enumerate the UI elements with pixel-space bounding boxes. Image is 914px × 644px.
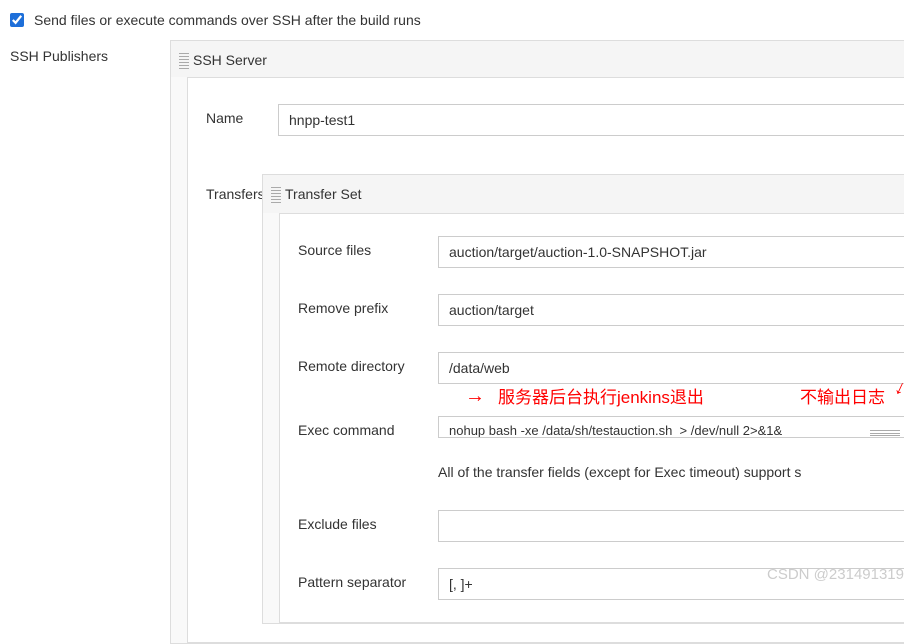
ssh-server-header: SSH Server (171, 41, 904, 77)
transfers-section: Transfers Transfer Set Source files Remo… (188, 144, 904, 624)
exec-command-input[interactable] (438, 416, 904, 438)
remove-prefix-label: Remove prefix (298, 294, 426, 316)
drag-handle-icon[interactable] (179, 51, 189, 69)
ssh-publishers-label: SSH Publishers (10, 40, 170, 644)
exec-command-row: Exec command (280, 408, 904, 446)
ssh-server-title: SSH Server (193, 52, 267, 68)
exclude-files-row: Exclude files (280, 502, 904, 550)
transfer-set-title: Transfer Set (285, 186, 362, 202)
ssh-server-body: Name Transfers Transfer Set Source files (187, 77, 904, 643)
watermark: CSDN @231491319 (767, 566, 904, 583)
remove-prefix-row: Remove prefix (280, 286, 904, 334)
exclude-files-label: Exclude files (298, 510, 426, 532)
name-row: Name (188, 96, 904, 144)
ssh-build-label: Send files or execute commands over SSH … (34, 12, 421, 28)
remote-directory-input[interactable] (438, 352, 904, 384)
name-label: Name (206, 104, 266, 126)
transfer-info-text: All of the transfer fields (except for E… (420, 446, 904, 502)
ssh-publishers-panel: SSH Server Name Transfers Transfer Set S… (170, 40, 904, 644)
remove-prefix-input[interactable] (438, 294, 904, 326)
source-files-label: Source files (298, 236, 426, 258)
transfer-set-panel: Transfer Set Source files Remove prefix (262, 174, 904, 624)
drag-handle-icon[interactable] (271, 185, 281, 203)
remote-directory-row: Remote directory (280, 344, 904, 392)
transfer-set-body: Source files Remove prefix Remote direct… (279, 213, 904, 623)
source-files-row: Source files (280, 228, 904, 276)
transfers-label: Transfers (188, 174, 262, 624)
exclude-files-input[interactable] (438, 510, 904, 542)
ssh-build-checkbox-row: Send files or execute commands over SSH … (0, 0, 914, 40)
resize-handle-icon[interactable] (870, 430, 900, 436)
remote-directory-label: Remote directory (298, 352, 426, 374)
transfer-set-header: Transfer Set (263, 175, 904, 213)
source-files-input[interactable] (438, 236, 904, 268)
pattern-separator-label: Pattern separator (298, 568, 426, 590)
ssh-build-checkbox[interactable] (10, 13, 24, 27)
name-input[interactable] (278, 104, 904, 136)
ssh-publishers-section: SSH Publishers SSH Server Name Transfers… (0, 40, 914, 644)
exec-command-label: Exec command (298, 416, 426, 438)
